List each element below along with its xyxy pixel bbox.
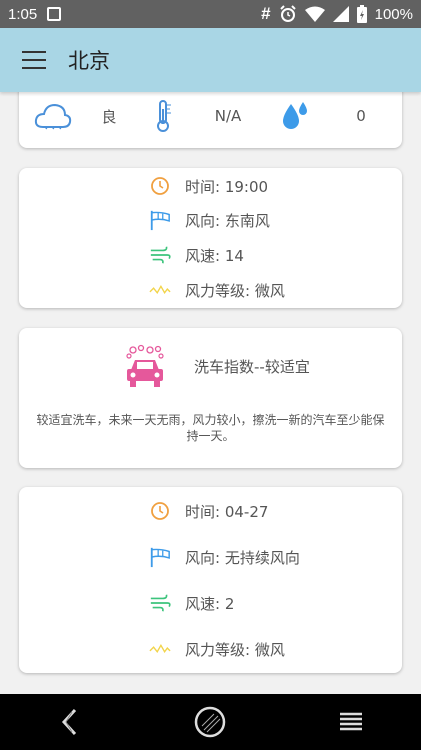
- car-wash-title: 洗车指数--较适宜: [194, 358, 310, 376]
- wind-level-icon: [149, 279, 171, 301]
- speed-label: 风速: 14: [185, 246, 244, 265]
- home-icon[interactable]: [190, 702, 230, 742]
- wind-level-icon: [149, 638, 171, 660]
- thermometer-icon: [131, 99, 195, 133]
- app-bar: 北京: [0, 28, 421, 92]
- hash-icon: #: [261, 4, 271, 23]
- level-row: 风力等级: 微风: [149, 638, 285, 660]
- air-quality-value: 良: [101, 107, 117, 126]
- image-notification-icon: [47, 7, 62, 21]
- time-label: 时间: 04-27: [185, 502, 269, 521]
- main-content[interactable]: 良 N/A 0 时间: 19:00 风向: 东南风 风速: 14 风力等级: 微: [0, 92, 421, 694]
- wind-speed-icon: [149, 592, 171, 614]
- time-row: 时间: 04-27: [149, 500, 268, 522]
- wind-speed-icon: [149, 244, 171, 266]
- wind-card-forecast: 时间: 04-27 风向: 无持续风向 风速: 2 风力等级: 微风: [19, 487, 402, 673]
- level-label: 风力等级: 微风: [185, 640, 285, 659]
- navigation-bar: [0, 694, 421, 750]
- alarm-icon: [279, 5, 296, 22]
- humidity-value: 0: [356, 107, 366, 125]
- direction-label: 风向: 东南风: [185, 211, 270, 230]
- car-wash-description: 较适宜洗车，未来一天无雨，风力较小，擦洗一新的汽车至少能保持一天。: [36, 413, 385, 443]
- wifi-icon: [304, 6, 325, 22]
- speed-label: 风速: 2: [185, 594, 235, 613]
- speed-row: 风速: 14: [149, 244, 244, 266]
- wind-direction-icon: [149, 546, 171, 568]
- air-quality-card: 良 N/A 0: [19, 92, 402, 148]
- water-drop-icon: [261, 100, 329, 132]
- direction-label: 风向: 无持续风向: [185, 548, 300, 567]
- menu-icon[interactable]: [22, 51, 46, 69]
- back-icon[interactable]: [50, 702, 90, 742]
- level-row: 风力等级: 微风: [149, 279, 285, 301]
- status-time: 1:05: [8, 5, 38, 23]
- page-title: 北京: [68, 49, 110, 73]
- battery-percent: 100%: [374, 5, 413, 23]
- wind-direction-icon: [149, 209, 171, 231]
- recent-apps-icon[interactable]: [331, 702, 371, 742]
- signal-icon: [332, 6, 349, 22]
- level-label: 风力等级: 微风: [185, 281, 285, 300]
- time-label: 时间: 19:00: [185, 177, 269, 196]
- car-wash-icon: [123, 344, 167, 390]
- car-wash-card: 洗车指数--较适宜 较适宜洗车，未来一天无雨，风力较小，擦洗一新的汽车至少能保持…: [19, 328, 402, 468]
- temperature-value: N/A: [214, 107, 242, 125]
- time-row: 时间: 19:00: [149, 175, 268, 197]
- cloud-icon: [19, 102, 87, 130]
- speed-row: 风速: 2: [149, 592, 234, 614]
- clock-icon: [149, 175, 171, 197]
- direction-row: 风向: 无持续风向: [149, 546, 300, 568]
- status-bar: 1:05 # 100%: [0, 0, 421, 28]
- wind-card: 时间: 19:00 风向: 东南风 风速: 14 风力等级: 微风: [19, 168, 402, 308]
- clock-icon: [149, 500, 171, 522]
- direction-row: 风向: 东南风: [149, 209, 270, 231]
- battery-icon: [356, 5, 367, 23]
